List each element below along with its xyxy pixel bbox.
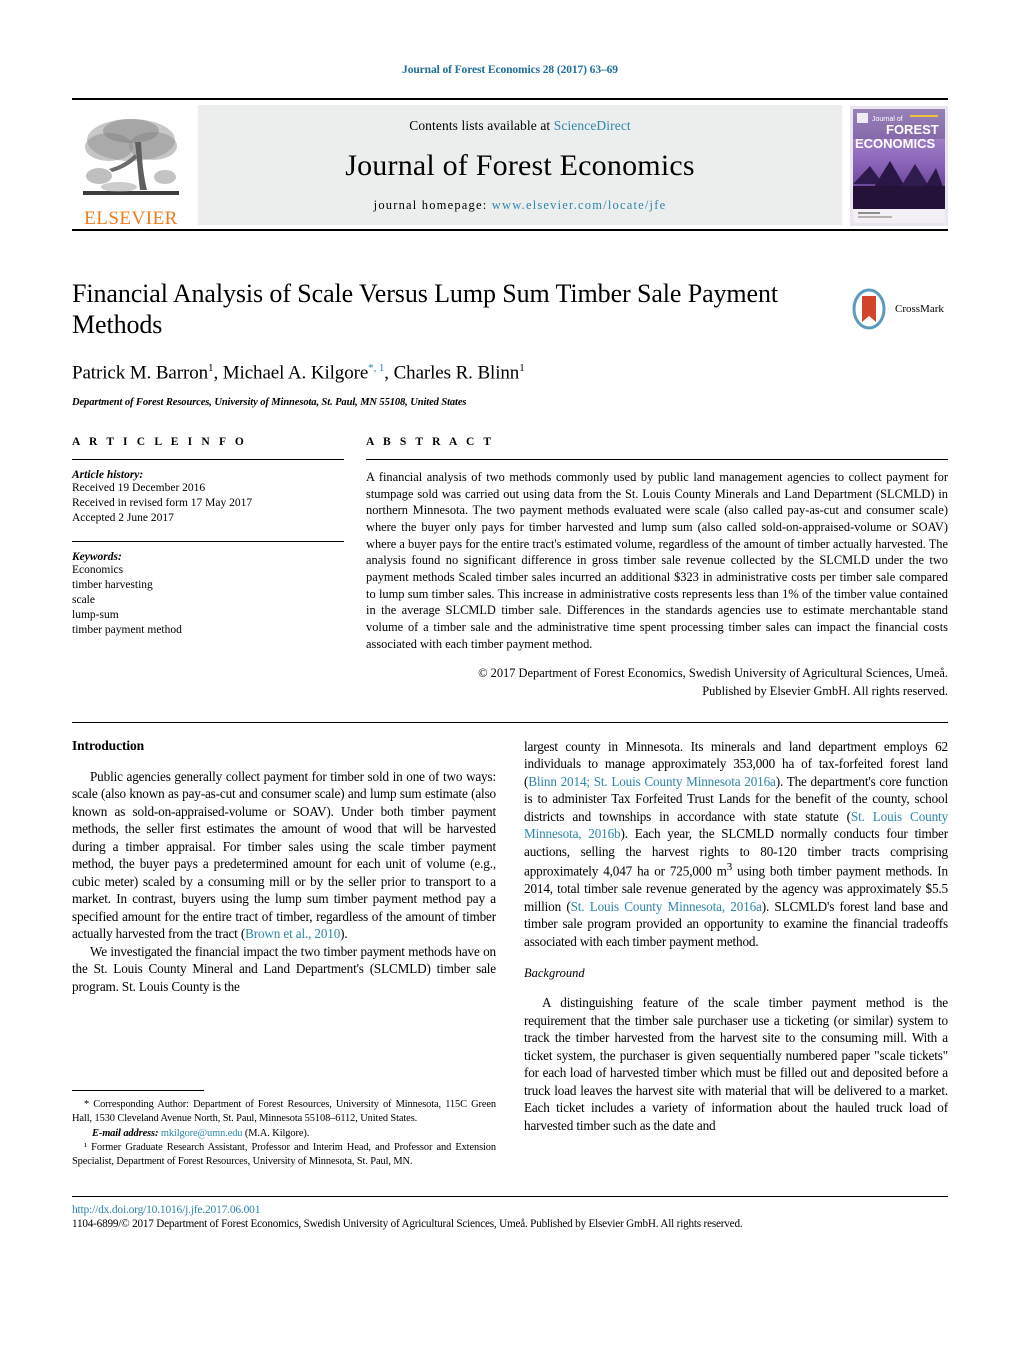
footnote-rule xyxy=(72,1090,204,1091)
journal-cover-image: Journal of FOREST ECONOMICS xyxy=(850,106,948,226)
article-history-label: Article history: xyxy=(72,469,144,481)
homepage-prefix: journal homepage: xyxy=(373,198,492,212)
abstract-text: A financial analysis of two methods comm… xyxy=(366,470,948,651)
author-name: Patrick M. Barron xyxy=(72,362,209,384)
sciencedirect-link[interactable]: ScienceDirect xyxy=(554,118,631,133)
background-paragraph-1: A distinguishing feature of the scale ti… xyxy=(524,995,948,1133)
keyword-item: Economics xyxy=(72,563,124,576)
citation-link[interactable]: Brown et al., 2010 xyxy=(245,926,340,941)
corresponding-author-marker[interactable]: *, 1 xyxy=(368,362,384,374)
issn-copyright-line: 1104-6899/© 2017 Department of Forest Ec… xyxy=(72,1218,743,1230)
author-footnote-marker[interactable]: 1 xyxy=(519,362,525,374)
article-info-heading: A R T I C L E I N F O xyxy=(72,436,247,448)
article-history-received: Received 19 December 2016 xyxy=(72,482,206,494)
keyword-item: timber payment method xyxy=(72,624,182,637)
masthead-center: Contents lists available at ScienceDirec… xyxy=(198,105,842,225)
intro-paragraph-2: We investigated the financial impact the… xyxy=(72,943,496,994)
intro-paragraph-1: Public agencies generally collect paymen… xyxy=(72,768,496,943)
footnote-note-1: ¹ Former Graduate Research Assistant, Pr… xyxy=(72,1142,496,1168)
section-heading-background: Background xyxy=(524,966,585,981)
crossmark-badge[interactable]: CrossMark xyxy=(848,285,948,333)
keyword-item: scale xyxy=(72,593,95,606)
keywords-rule xyxy=(72,540,344,542)
journal-article-page: Journal of Forest Economics 28 (2017) 63… xyxy=(0,0,1020,1351)
citation-link[interactable]: Blinn 2014; St. Louis County Minnesota 2… xyxy=(528,774,776,789)
running-head: Journal of Forest Economics 28 (2017) 63… xyxy=(402,64,618,76)
intro-paragraph-1-text: Public agencies generally collect paymen… xyxy=(72,769,496,942)
footer-rule xyxy=(72,1196,948,1197)
footnote-email: E-mail address: mkilgore@umn.edu (M.A. K… xyxy=(72,1127,496,1141)
author-name: Michael A. Kilgore xyxy=(222,362,369,384)
keyword-item: timber harvesting xyxy=(72,578,153,591)
journal-cover-thumbnail: Journal of FOREST ECONOMICS xyxy=(850,106,948,226)
page-title: Financial Analysis of Scale Versus Lump … xyxy=(72,279,779,340)
intro-paragraph-1-tail: ). xyxy=(340,926,348,942)
svg-text:FOREST: FOREST xyxy=(886,122,939,137)
author-affiliation: Department of Forest Resources, Universi… xyxy=(72,396,467,408)
page-footer: http://dx.doi.org/10.1016/j.jfe.2017.06.… xyxy=(72,1204,948,1230)
title-block: Financial Analysis of Scale Versus Lump … xyxy=(72,278,948,408)
footnotes-block: * Corresponding Author: Department of Fo… xyxy=(72,1090,496,1170)
abstract-column: A B S T R A C T A financial analysis of … xyxy=(366,436,948,700)
author-separator: , xyxy=(213,362,223,384)
keywords-group: Keywords: Economics timber harvesting sc… xyxy=(72,551,344,649)
contents-prefix: Contents lists available at xyxy=(409,118,554,133)
article-history-revised: Received in revised form 17 May 2017 xyxy=(72,497,253,510)
journal-homepage-line: journal homepage: www.elsevier.com/locat… xyxy=(374,198,667,213)
crossmark-label: CrossMark xyxy=(895,303,944,315)
doi-link[interactable]: http://dx.doi.org/10.1016/j.jfe.2017.06.… xyxy=(72,1204,948,1216)
abstract-heading: A B S T R A C T xyxy=(366,436,495,448)
author-separator: , xyxy=(384,362,394,384)
right-paragraph-1: largest county in Minnesota. Its mineral… xyxy=(524,738,948,950)
body-column-right: largest county in Minnesota. Its mineral… xyxy=(524,738,948,1186)
elsevier-tree-icon xyxy=(83,119,179,195)
contents-available-line: Contents lists available at ScienceDirec… xyxy=(409,118,631,134)
article-history-group: Article history: Received 19 December 20… xyxy=(72,469,344,537)
article-history-accepted: Accepted 2 June 2017 xyxy=(72,512,174,525)
footnote-corresponding-author: * Corresponding Author: Department of Fo… xyxy=(72,1099,496,1124)
footnote-email-suffix: (M.A. Kilgore). xyxy=(242,1127,310,1139)
crossmark-icon xyxy=(852,288,886,330)
keywords-label: Keywords: xyxy=(72,550,122,563)
author-name: Charles R. Blinn xyxy=(393,362,520,384)
article-info-rule xyxy=(72,459,344,460)
body-top-rule xyxy=(72,722,948,723)
abstract-copyright-line-2: Published by Elsevier GmbH. All rights r… xyxy=(702,684,948,699)
author-list: Patrick M. Barron 1, Michael A. Kilgore*,… xyxy=(72,362,948,384)
footnote-email-label: E-mail address: xyxy=(92,1127,159,1139)
svg-text:ECONOMICS: ECONOMICS xyxy=(855,136,936,151)
homepage-url-link[interactable]: www.elsevier.com/locate/jfe xyxy=(492,198,667,212)
abstract-rule xyxy=(366,459,948,460)
journal-title: Journal of Forest Economics xyxy=(345,149,695,182)
info-abstract-section: A R T I C L E I N F O Article history: R… xyxy=(72,436,948,700)
elsevier-wordmark: ELSEVIER xyxy=(84,208,178,229)
abstract-copyright-line-1: © 2017 Department of Forest Economics, S… xyxy=(478,665,948,680)
citation-link[interactable]: St. Louis County Minnesota, 2016a xyxy=(571,899,762,914)
elsevier-logo: ELSEVIER xyxy=(72,102,190,230)
keyword-item: lump-sum xyxy=(72,609,119,622)
email-link[interactable]: mkilgore@umn.edu xyxy=(161,1128,243,1139)
section-heading-introduction: Introduction xyxy=(72,738,145,753)
journal-masthead: ELSEVIER Contents lists available at Sci… xyxy=(72,98,948,231)
article-info-column: A R T I C L E I N F O Article history: R… xyxy=(72,436,344,700)
